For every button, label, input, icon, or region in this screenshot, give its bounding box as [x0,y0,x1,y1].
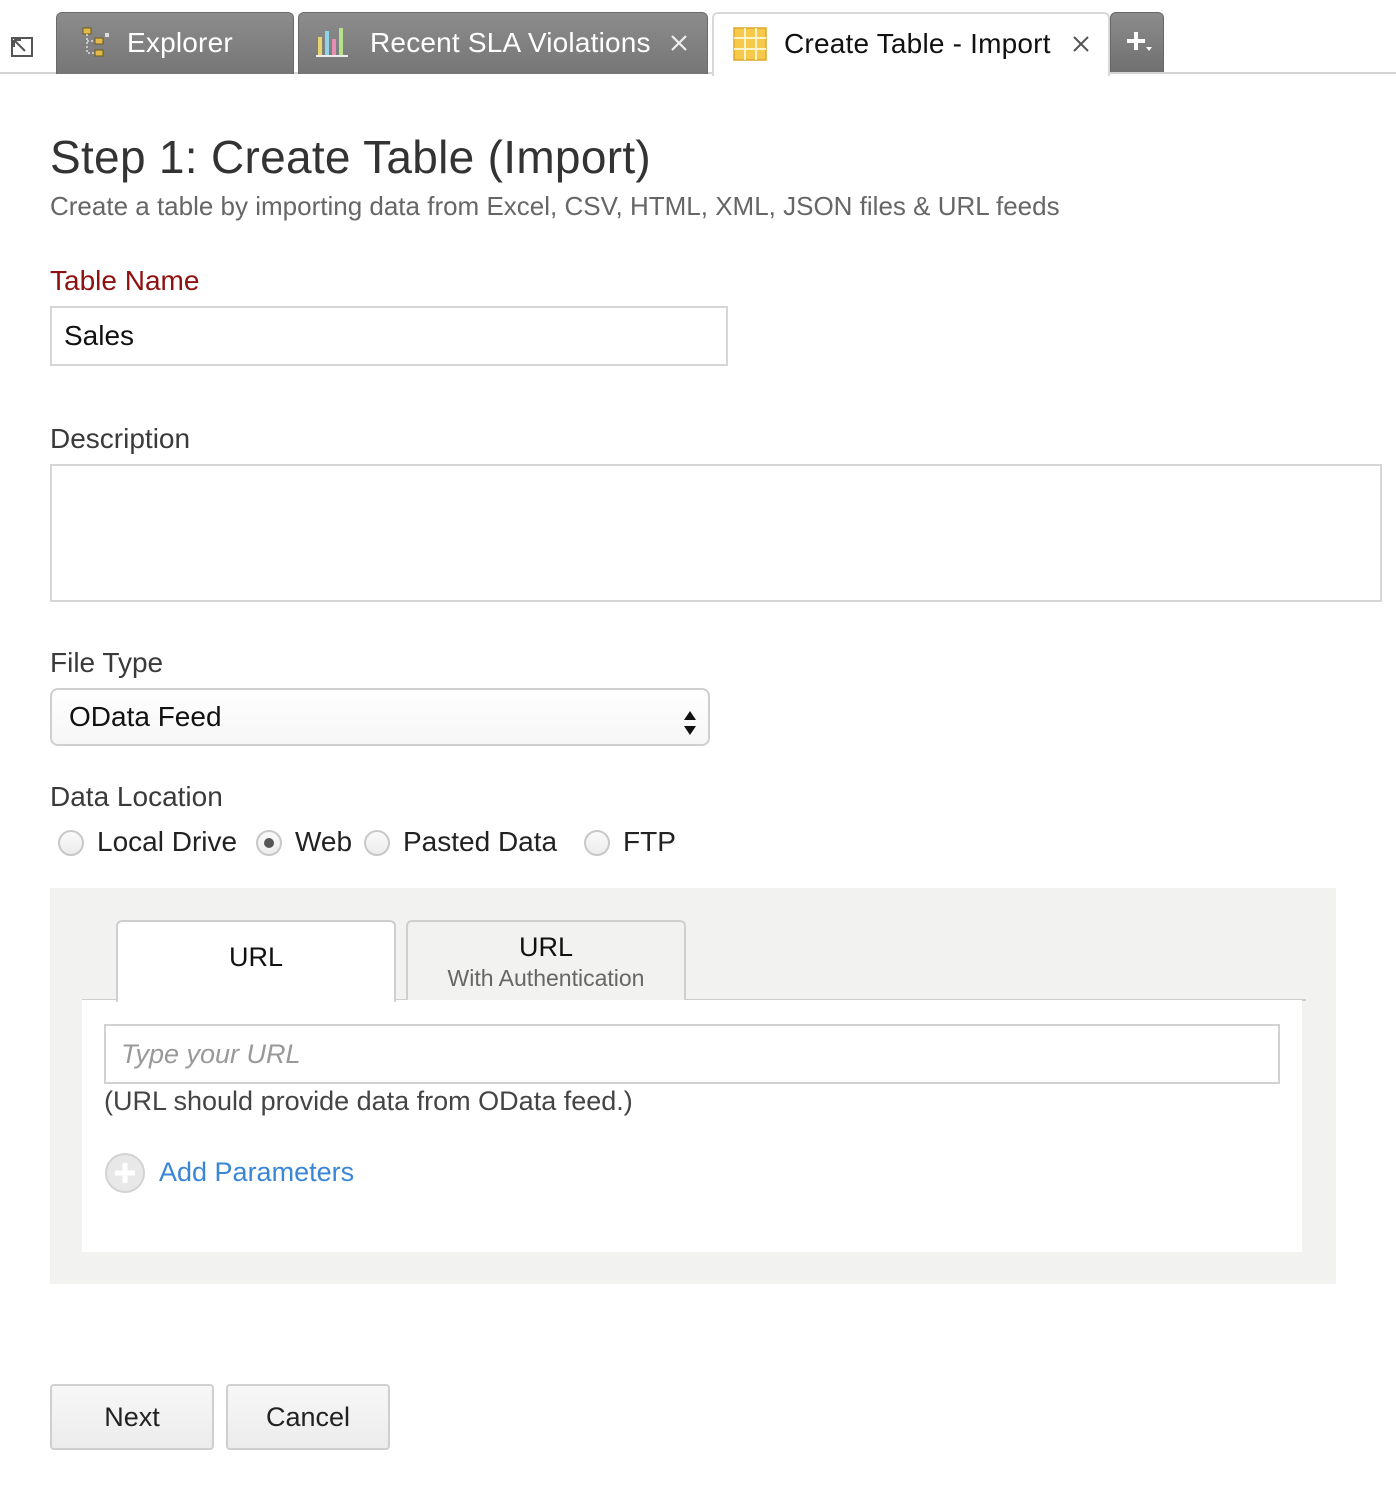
radio-label-web: Web [295,826,353,857]
tab-label: Create Table - Import [784,28,1051,59]
close-icon[interactable] [1069,32,1093,56]
url-input[interactable]: Type your URL [104,1024,1280,1084]
data-location-label: Data Location [50,781,223,812]
plus-dropdown-icon [1127,32,1152,51]
tab-url[interactable]: URL [116,920,396,1002]
add-parameters-link[interactable]: Add Parameters [104,1152,404,1194]
tab-url-title: URL [228,942,283,972]
tab-url-auth-subtitle: With Authentication [447,965,645,991]
radio-ftp[interactable] [584,830,610,856]
description-textarea[interactable] [50,464,1382,602]
bar-chart-icon [315,25,351,61]
expand-arrow-icon[interactable] [8,30,40,62]
table-name-label: Table Name [50,265,200,296]
add-circle-icon [104,1152,146,1194]
page-subtitle: Create a table by importing data from Ex… [50,191,1060,221]
add-parameters-label: Add Parameters [159,1157,355,1187]
data-location-radio-group: Local Drive Web Pasted Data FTP [56,826,756,862]
file-type-value: OData Feed [69,701,222,732]
radio-local-drive[interactable] [58,830,84,856]
next-button[interactable]: Next [50,1384,214,1450]
cancel-button[interactable]: Cancel [226,1384,390,1450]
tab-label: Explorer [127,27,233,58]
new-tab-button[interactable] [1110,12,1164,72]
description-label: Description [50,423,191,454]
radio-web[interactable] [256,830,282,856]
explorer-tree-icon [79,25,115,61]
tab-explorer[interactable]: Explorer [56,12,294,74]
page-title: Step 1: Create Table (Import) [50,131,652,183]
table-grid-icon [732,26,768,62]
file-type-select[interactable]: OData Feed [50,688,710,746]
tab-recent-sla-violations[interactable]: Recent SLA Violations [298,12,708,74]
select-arrows-icon [682,702,698,735]
radio-pasted-data[interactable] [364,830,390,856]
tab-create-table-import[interactable]: Create Table - Import [712,12,1110,76]
tab-label: Recent SLA Violations [370,27,651,58]
tab-bar: Explorer Recent SLA Violations Create Ta… [0,0,1396,76]
url-hint: (URL should provide data from OData feed… [104,1086,633,1116]
table-name-input[interactable]: Sales [50,306,728,366]
tab-url-with-authentication[interactable]: URL With Authentication [406,920,686,1000]
file-type-label: File Type [50,647,164,678]
radio-label-local-drive: Local Drive [97,826,238,857]
radio-label-ftp: FTP [623,826,676,857]
close-icon[interactable] [667,31,691,55]
tab-url-auth-title: URL [518,932,573,962]
radio-label-pasted-data: Pasted Data [403,826,558,857]
